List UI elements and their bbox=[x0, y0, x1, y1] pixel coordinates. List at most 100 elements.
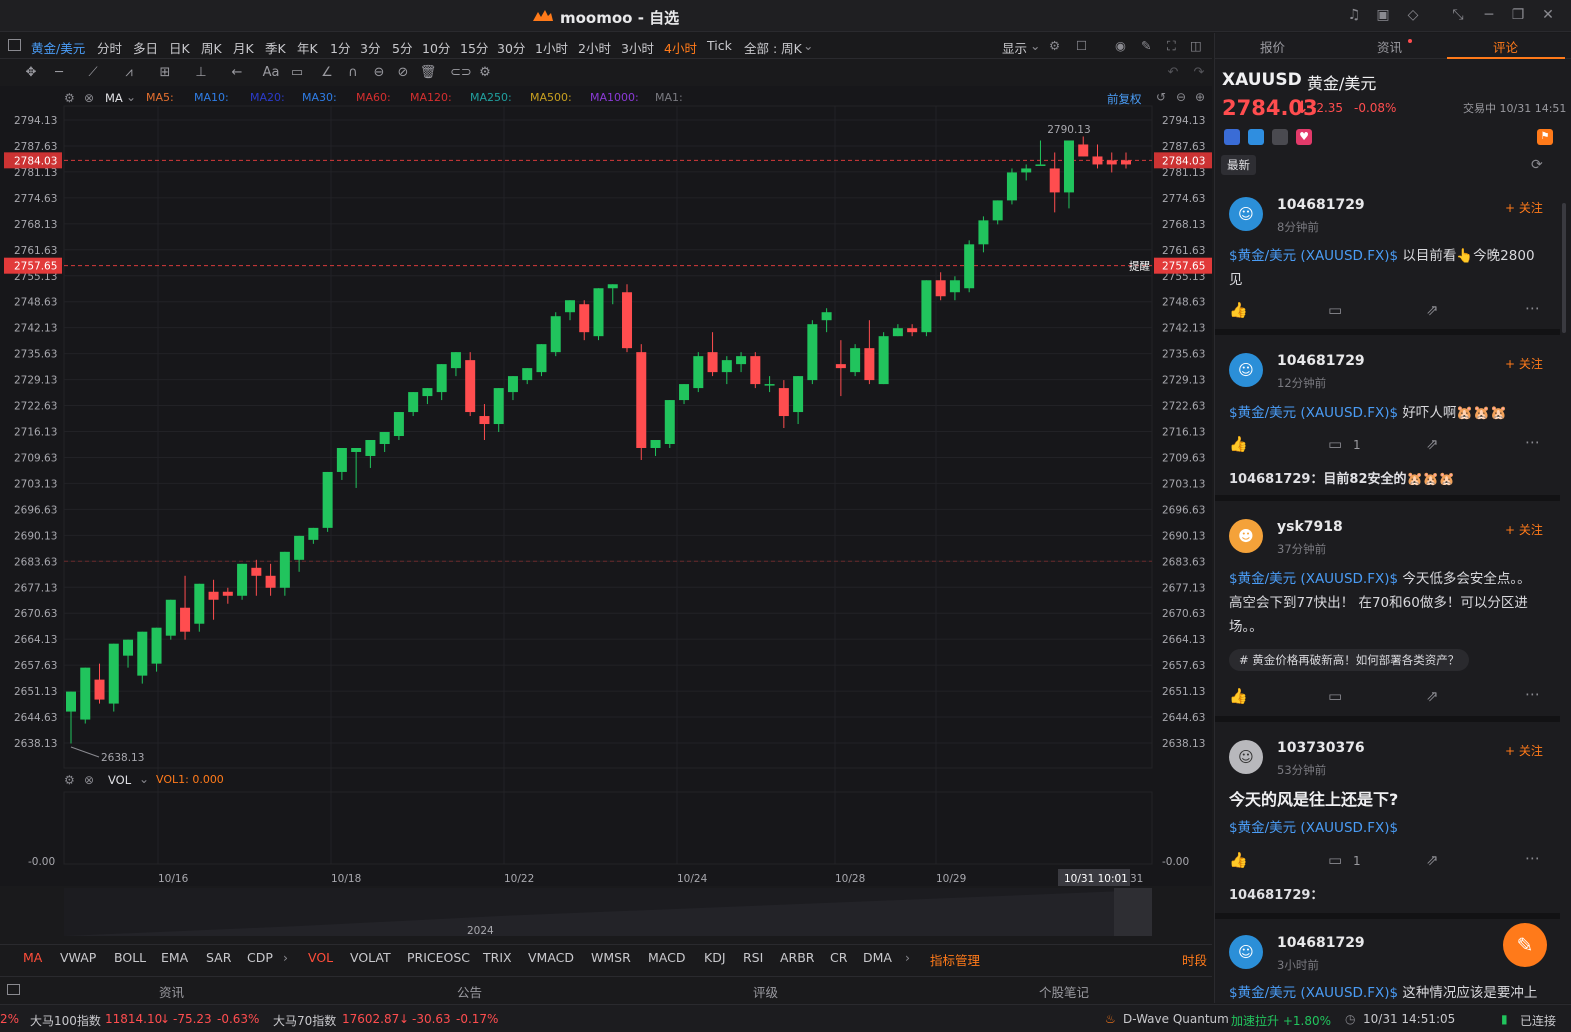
indicator-ema[interactable]: EMA bbox=[161, 950, 188, 965]
display-menu[interactable]: 显示 bbox=[1002, 38, 1027, 57]
ma-label[interactable]: MA bbox=[105, 91, 123, 105]
chevron-right-icon[interactable]: › bbox=[283, 950, 288, 965]
stock-tag-link[interactable]: $黄金/美元 (XAUUSD.FX)$ bbox=[1229, 820, 1398, 836]
chevron-down-icon[interactable]: ⌄ bbox=[1030, 38, 1040, 53]
close-icon[interactable]: ✕ bbox=[1540, 7, 1556, 23]
follow-button[interactable]: + 关注 bbox=[1505, 199, 1543, 216]
tab-comments[interactable]: 评论 bbox=[1493, 37, 1518, 56]
more-icon[interactable]: ⋯ bbox=[1525, 685, 1540, 703]
like-icon[interactable]: 👍 bbox=[1229, 851, 1248, 869]
symbol-selector[interactable]: 黄金/美元 bbox=[31, 38, 85, 57]
session-toggle[interactable]: 时段 bbox=[1182, 950, 1207, 969]
heart-icon[interactable]: ♥ bbox=[1296, 129, 1312, 145]
share-icon[interactable]: ⇗ bbox=[1426, 687, 1439, 705]
minimize-icon[interactable]: ─ bbox=[1481, 7, 1497, 23]
chevron-down-icon[interactable]: ⌄ bbox=[803, 38, 813, 53]
period-1[interactable]: 多日 bbox=[133, 38, 158, 57]
post-user[interactable]: 104681729 bbox=[1277, 935, 1365, 951]
filter-latest[interactable]: 最新 bbox=[1221, 155, 1256, 175]
tab-announcements[interactable]: 公告 bbox=[457, 982, 482, 1001]
stock-tag-link[interactable]: $黄金/美元 (XAUUSD.FX)$ bbox=[1229, 985, 1398, 1001]
indicator-trix[interactable]: TRIX bbox=[483, 950, 512, 965]
indicator-vwap[interactable]: VWAP bbox=[60, 950, 96, 965]
comment-post[interactable]: ☺ 103730376 53分钟前 + 关注 今天的风是往上还是下? $黄金/美… bbox=[1215, 722, 1560, 907]
avatar[interactable]: ☺ bbox=[1229, 197, 1263, 231]
period-0[interactable]: 分时 bbox=[97, 38, 122, 57]
period-13[interactable]: 1小时 bbox=[535, 38, 568, 57]
hide-icon[interactable]: ⊘ bbox=[394, 65, 412, 80]
refresh-icon[interactable]: ⟳ bbox=[1531, 157, 1543, 173]
fib-tool-icon[interactable]: ⊞ bbox=[156, 65, 174, 80]
period-7[interactable]: 1分 bbox=[330, 38, 350, 57]
kline-chart[interactable]: 2794.13 2794.13 2787.63 2787.63 2781.13 2781.… bbox=[0, 86, 1212, 937]
follow-button[interactable]: + 关注 bbox=[1505, 742, 1543, 759]
indicator-priceosc[interactable]: PRICEOSC bbox=[407, 950, 470, 965]
period-5[interactable]: 季K bbox=[265, 38, 286, 57]
avatar[interactable]: ☻ bbox=[1229, 519, 1263, 553]
indicator-sar[interactable]: SAR bbox=[206, 950, 231, 965]
stock-tag-link[interactable]: $黄金/美元 (XAUUSD.FX)$ bbox=[1229, 571, 1398, 587]
indicator-rsi[interactable]: RSI bbox=[743, 950, 763, 965]
camera-icon[interactable]: ◉ bbox=[1115, 38, 1126, 53]
crosshair-icon[interactable]: ✥ bbox=[22, 65, 40, 80]
period-4[interactable]: 月K bbox=[233, 38, 254, 57]
follow-button[interactable]: + 关注 bbox=[1505, 355, 1543, 372]
measure-tool-icon[interactable]: ⊥ bbox=[192, 65, 210, 80]
indicator-manage[interactable]: 指标管理 bbox=[930, 950, 980, 969]
magnet-icon[interactable]: ∩ bbox=[344, 65, 362, 80]
avatar[interactable]: ☺ bbox=[1229, 935, 1263, 969]
draw-settings-icon[interactable]: ⚙ bbox=[476, 65, 494, 80]
indicator-vol[interactable]: VOL bbox=[308, 950, 333, 965]
like-icon[interactable]: 👍 bbox=[1229, 687, 1248, 705]
period-6[interactable]: 年K bbox=[297, 38, 318, 57]
indicator-ma[interactable]: MA bbox=[23, 950, 42, 965]
period-14[interactable]: 2小时 bbox=[578, 38, 611, 57]
period-17[interactable]: Tick bbox=[707, 38, 732, 53]
tag-icon[interactable] bbox=[1248, 129, 1264, 145]
more-icon[interactable]: ⋯ bbox=[1525, 849, 1540, 867]
pen-icon[interactable]: ✎ bbox=[1141, 38, 1151, 53]
news-stock[interactable]: D-Wave Quantum bbox=[1123, 1012, 1229, 1026]
line-tool-icon[interactable]: ─ bbox=[50, 65, 68, 80]
indicator-kdj[interactable]: KDJ bbox=[704, 950, 726, 965]
share-icon[interactable]: ⇗ bbox=[1426, 435, 1439, 453]
chevron-right-icon[interactable]: › bbox=[905, 950, 910, 965]
indicator-macd[interactable]: MACD bbox=[648, 950, 685, 965]
chevron-down-icon[interactable]: ⌄ bbox=[139, 772, 149, 786]
tab-notes[interactable]: 个股笔记 bbox=[1039, 982, 1089, 1001]
polyline-tool-icon[interactable]: ⩘ bbox=[120, 65, 138, 80]
avatar[interactable]: ☺ bbox=[1229, 353, 1263, 387]
range-selector[interactable]: 全部 : 周K bbox=[744, 38, 802, 57]
share-icon[interactable]: ⇗ bbox=[1426, 301, 1439, 319]
settings-icon[interactable]: ⚙ bbox=[64, 773, 75, 787]
panel-toggle-icon[interactable]: ◫ bbox=[1190, 38, 1202, 53]
tab-news[interactable]: 资讯 bbox=[159, 982, 184, 1001]
post-user[interactable]: 104681729 bbox=[1277, 197, 1365, 213]
stock-tag-link[interactable]: $黄金/美元 (XAUUSD.FX)$ bbox=[1229, 248, 1398, 264]
avatar[interactable]: ☺ bbox=[1229, 740, 1263, 774]
bell-icon[interactable]: ⚑ bbox=[1537, 129, 1553, 145]
period-8[interactable]: 3分 bbox=[360, 38, 380, 57]
like-icon[interactable]: 👍 bbox=[1229, 301, 1248, 319]
comment-icon[interactable]: ▭ bbox=[1328, 687, 1342, 705]
sidebar-toggle-icon[interactable] bbox=[8, 39, 21, 51]
zoom-out-icon[interactable]: ⊖ bbox=[1176, 90, 1186, 104]
trash-icon[interactable]: 🗑 bbox=[419, 65, 437, 80]
layout-icon[interactable]: ☐ bbox=[1076, 38, 1087, 53]
post-user[interactable]: ysk7918 bbox=[1277, 519, 1343, 535]
close-icon[interactable]: ⊗ bbox=[84, 91, 94, 105]
close-icon[interactable]: ⊗ bbox=[84, 773, 94, 787]
post-user[interactable]: 103730376 bbox=[1277, 740, 1365, 756]
post-user[interactable]: 104681729 bbox=[1277, 353, 1365, 369]
reset-icon[interactable]: ↺ bbox=[1156, 90, 1166, 104]
note-tool-icon[interactable]: ▭ bbox=[288, 65, 306, 80]
undo-icon[interactable]: ↶ bbox=[1164, 65, 1182, 80]
indicator-vmacd[interactable]: VMACD bbox=[528, 950, 574, 965]
index2-name[interactable]: 大马70指数 bbox=[273, 1012, 336, 1029]
shirt-icon[interactable]: ◇ bbox=[1405, 7, 1421, 23]
tab-quote[interactable]: 报价 bbox=[1260, 37, 1285, 56]
shrink-icon[interactable]: ⤡ bbox=[1450, 7, 1466, 23]
more-icon[interactable]: ⋯ bbox=[1525, 433, 1540, 451]
vol-label[interactable]: VOL bbox=[108, 773, 131, 787]
panel-collapse-icon[interactable] bbox=[7, 984, 20, 995]
